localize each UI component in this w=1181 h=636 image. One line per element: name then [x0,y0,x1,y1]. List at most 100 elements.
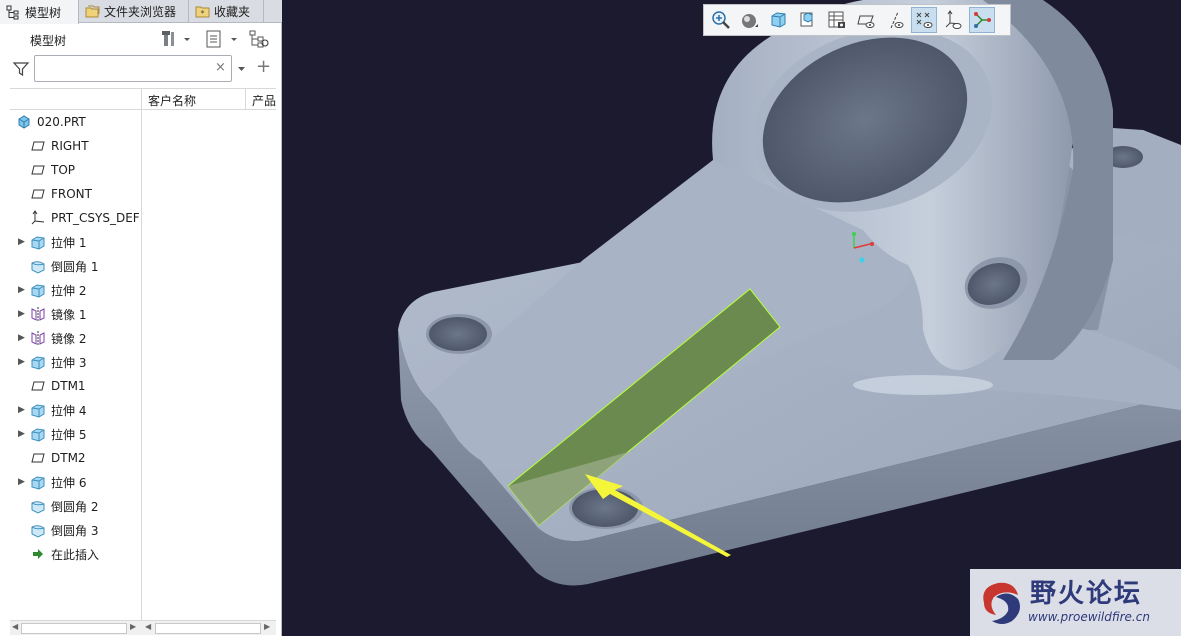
round-icon [30,258,46,274]
svg-text:*: * [201,9,205,18]
clear-search-icon[interactable]: × [215,60,226,75]
tree-item[interactable]: 在此插入 [10,542,141,566]
tree-item[interactable]: DTM2 [10,446,141,470]
tree-item[interactable]: PRT_CSYS_DEF [10,206,141,230]
scroll-left-icon[interactable]: ◀ [145,622,151,631]
scroll-right-icon[interactable]: ▶ [264,622,270,631]
tree-item-label: 拉伸 3 [51,355,87,370]
filter-row: × + [0,54,282,84]
scroll-thumb[interactable] [155,623,261,634]
plane-display-icon[interactable] [853,7,879,33]
appearance-gallery-icon[interactable] [824,7,850,33]
display-style-icon[interactable] [737,7,763,33]
datum-plane-icon [30,378,46,394]
point-display-icon[interactable] [911,7,937,33]
model-tree-icon [6,5,21,20]
scroll-right-icon[interactable]: ▶ [130,622,136,631]
tab-label: 文件夹浏览器 [104,5,177,19]
tree-item[interactable]: FRONT [10,182,141,206]
panel-header: 模型树 [0,24,282,54]
add-filter-button[interactable]: + [256,56,271,77]
watermark-title: 野火论坛 [1030,579,1143,609]
search-input[interactable] [34,55,232,82]
expand-arrow-icon[interactable]: ▶ [18,237,30,247]
datum-plane-icon [30,138,46,154]
tree-item[interactable]: ▶ 镜像 1 [10,302,141,326]
expand-arrow-icon[interactable]: ▶ [18,333,30,343]
expand-arrow-icon[interactable]: ▶ [18,477,30,487]
folder-browser-icon [85,4,100,19]
expand-arrow-icon[interactable]: ▶ [18,285,30,295]
tree-item-label: 镜像 1 [51,307,87,322]
tree-item[interactable]: DTM1 [10,374,141,398]
tree-item-label: 倒圆角 2 [51,499,99,514]
expand-arrow-icon[interactable]: ▶ [18,429,30,439]
settings-tools-icon[interactable] [161,29,191,49]
column-header-product[interactable]: 产品 [252,92,276,109]
round-icon [30,498,46,514]
tree-item[interactable]: ▶ 拉伸 6 [10,470,141,494]
horizontal-scrollbar[interactable]: ◀ ▶ ◀ ▶ [10,620,276,635]
tree-item-label: 倒圆角 1 [51,259,99,274]
tree-item-label: 镜像 2 [51,331,87,346]
tab-favorites[interactable]: * 收藏夹 [189,0,264,23]
csys-display-icon[interactable] [940,7,966,33]
tree-item[interactable]: 倒圆角 3 [10,518,141,542]
panel-tabs: 模型树 文件夹浏览器 * 收藏夹 [0,0,282,24]
tab-label: 模型树 [25,5,62,20]
tree-item-label: 拉伸 5 [51,427,87,442]
tree-item[interactable]: 倒圆角 1 [10,254,141,278]
saved-orientation-icon[interactable] [766,7,792,33]
tree-item[interactable]: 020.PRT [10,110,141,134]
tree-item[interactable]: ▶ 拉伸 2 [10,278,141,302]
graphics-viewport[interactable]: 野火论坛 www.proewildfire.cn [283,0,1181,636]
axis-display-icon[interactable] [882,7,908,33]
tree-item[interactable]: RIGHT [10,134,141,158]
view-manager-icon[interactable] [795,7,821,33]
tree-item-label: 在此插入 [51,547,100,562]
tree-item[interactable]: ▶ 拉伸 3 [10,350,141,374]
expand-arrow-icon[interactable]: ▶ [18,357,30,367]
part-model-3d[interactable] [283,0,1181,636]
tree-item[interactable]: 倒圆角 2 [10,494,141,518]
tree-item[interactable]: ▶ 拉伸 5 [10,422,141,446]
scroll-left-icon[interactable]: ◀ [12,622,18,631]
model-tree: 020.PRT RIGHT TOP FRONT PRT_CSYS_DEF ▶ 拉伸 1 倒圆角… [10,110,276,620]
column-headers: 客户名称 产品 [10,88,276,110]
tree-item-label: 倒圆角 3 [51,523,99,538]
datum-plane-icon [30,450,46,466]
chevron-down-icon[interactable] [237,63,246,77]
tree-item[interactable]: ▶ 拉伸 4 [10,398,141,422]
tab-model-tree[interactable]: 模型树 [0,0,79,24]
extrude-icon [30,402,46,418]
fillet-highlight [853,375,993,395]
tree-item-label: TOP [51,163,76,177]
tree-item-label: DTM1 [51,379,86,393]
mirror-icon [30,306,46,322]
expand-arrow-icon[interactable]: ▶ [18,405,30,415]
show-list-icon[interactable] [204,29,240,49]
tree-item-label: PRT_CSYS_DEF [51,211,140,225]
mirror-icon [30,330,46,346]
graphics-toolbar [703,4,1011,36]
tree-filter-icon[interactable] [248,29,270,49]
part-icon [16,114,32,130]
tab-label: 收藏夹 [214,5,251,19]
tree-item[interactable]: TOP [10,158,141,182]
tree-item[interactable]: ▶ 镜像 2 [10,326,141,350]
favorites-icon: * [195,4,210,19]
column-divider[interactable] [245,88,246,110]
tree-item-label: 020.PRT [37,115,86,129]
expand-arrow-icon[interactable]: ▶ [18,309,30,319]
tab-folder-browser[interactable]: 文件夹浏览器 [79,0,189,23]
column-header-customer[interactable]: 客户名称 [148,92,196,109]
filter-funnel-icon[interactable] [12,60,30,81]
annotation-display-icon[interactable] [969,7,995,33]
panel-title: 模型树 [30,34,67,48]
zoom-in-icon[interactable] [708,7,734,33]
tree-item[interactable]: ▶ 拉伸 1 [10,230,141,254]
scroll-thumb[interactable] [21,623,127,634]
watermark-url: www.proewildfire.cn [1028,610,1150,624]
datum-plane-icon [30,186,46,202]
forum-watermark: 野火论坛 www.proewildfire.cn [970,569,1181,636]
